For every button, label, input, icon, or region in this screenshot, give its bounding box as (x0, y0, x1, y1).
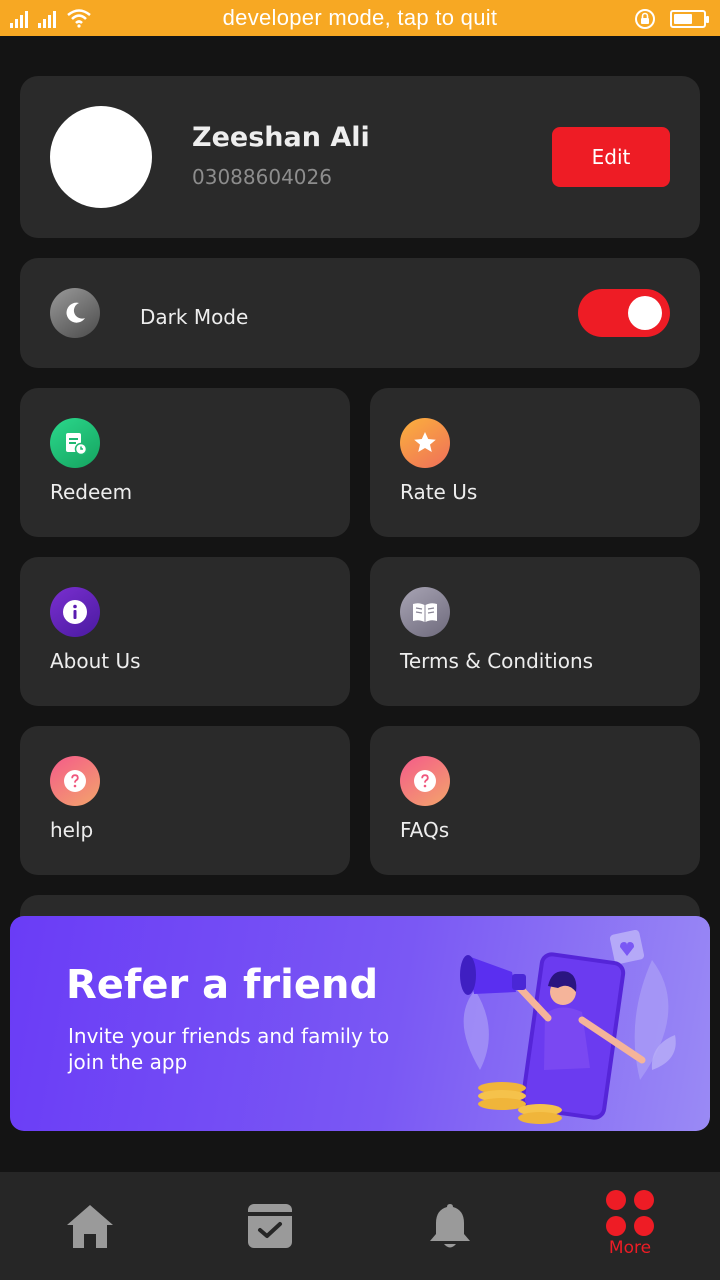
menu-label: FAQs (400, 818, 450, 842)
refer-title: Refer a friend (66, 962, 379, 1008)
question-icon (400, 756, 450, 806)
refer-subtitle: Invite your friends and family to join t… (68, 1024, 390, 1074)
menu-item-rate-us[interactable]: Rate Us (370, 388, 700, 537)
menu-label: help (50, 818, 94, 842)
nav-home[interactable] (30, 1172, 150, 1280)
avatar[interactable] (50, 106, 152, 208)
battery-icon (670, 10, 709, 28)
menu-item-redeem[interactable]: Redeem (20, 388, 350, 537)
status-bar[interactable]: developer mode, tap to quit (0, 0, 720, 36)
menu-label: Terms & Conditions (400, 649, 594, 673)
menu-item-help[interactable]: help (20, 726, 350, 875)
rotation-lock-icon (635, 9, 655, 29)
edit-profile-button[interactable]: Edit (552, 127, 670, 187)
menu-label: Rate Us (400, 480, 478, 504)
signal-icon (10, 11, 28, 28)
menu-item-terms[interactable]: Terms & Conditions (370, 557, 700, 706)
star-icon (400, 418, 450, 468)
bell-icon (430, 1204, 470, 1248)
nav-tasks[interactable] (210, 1172, 330, 1280)
dark-mode-toggle[interactable] (578, 289, 670, 337)
signal-icon (38, 11, 56, 28)
redeem-icon (50, 418, 100, 468)
dark-mode-row: Dark Mode (20, 258, 700, 368)
info-icon (50, 587, 100, 637)
question-icon (50, 756, 100, 806)
bottom-nav: More (0, 1172, 720, 1280)
developer-mode-text[interactable]: developer mode, tap to quit (223, 5, 498, 31)
more-label: More (608, 1238, 652, 1258)
menu-label: About Us (50, 649, 141, 673)
megaphone-illustration (460, 929, 676, 1124)
menu-item-faqs[interactable]: FAQs (370, 726, 700, 875)
menu-label: Redeem (50, 480, 133, 504)
tasks-icon (248, 1204, 292, 1248)
menu-item-about-us[interactable]: About Us (20, 557, 350, 706)
profile-phone: 03088604026 (192, 165, 332, 189)
book-icon (400, 587, 450, 637)
profile-name: Zeeshan Ali (192, 122, 370, 153)
dark-mode-label: Dark Mode (140, 305, 249, 329)
nav-more[interactable]: More (570, 1172, 690, 1280)
nav-notifications[interactable] (390, 1172, 510, 1280)
status-right (634, 8, 709, 30)
more-icon (606, 1190, 654, 1236)
moon-icon (50, 288, 100, 338)
profile-card: Zeeshan Ali 03088604026 Edit (20, 76, 700, 238)
refer-a-friend-banner[interactable]: Refer a friend Invite your friends and f… (10, 916, 710, 1131)
wifi-icon (67, 9, 91, 28)
home-icon (67, 1205, 113, 1248)
signal-indicators (10, 8, 92, 28)
